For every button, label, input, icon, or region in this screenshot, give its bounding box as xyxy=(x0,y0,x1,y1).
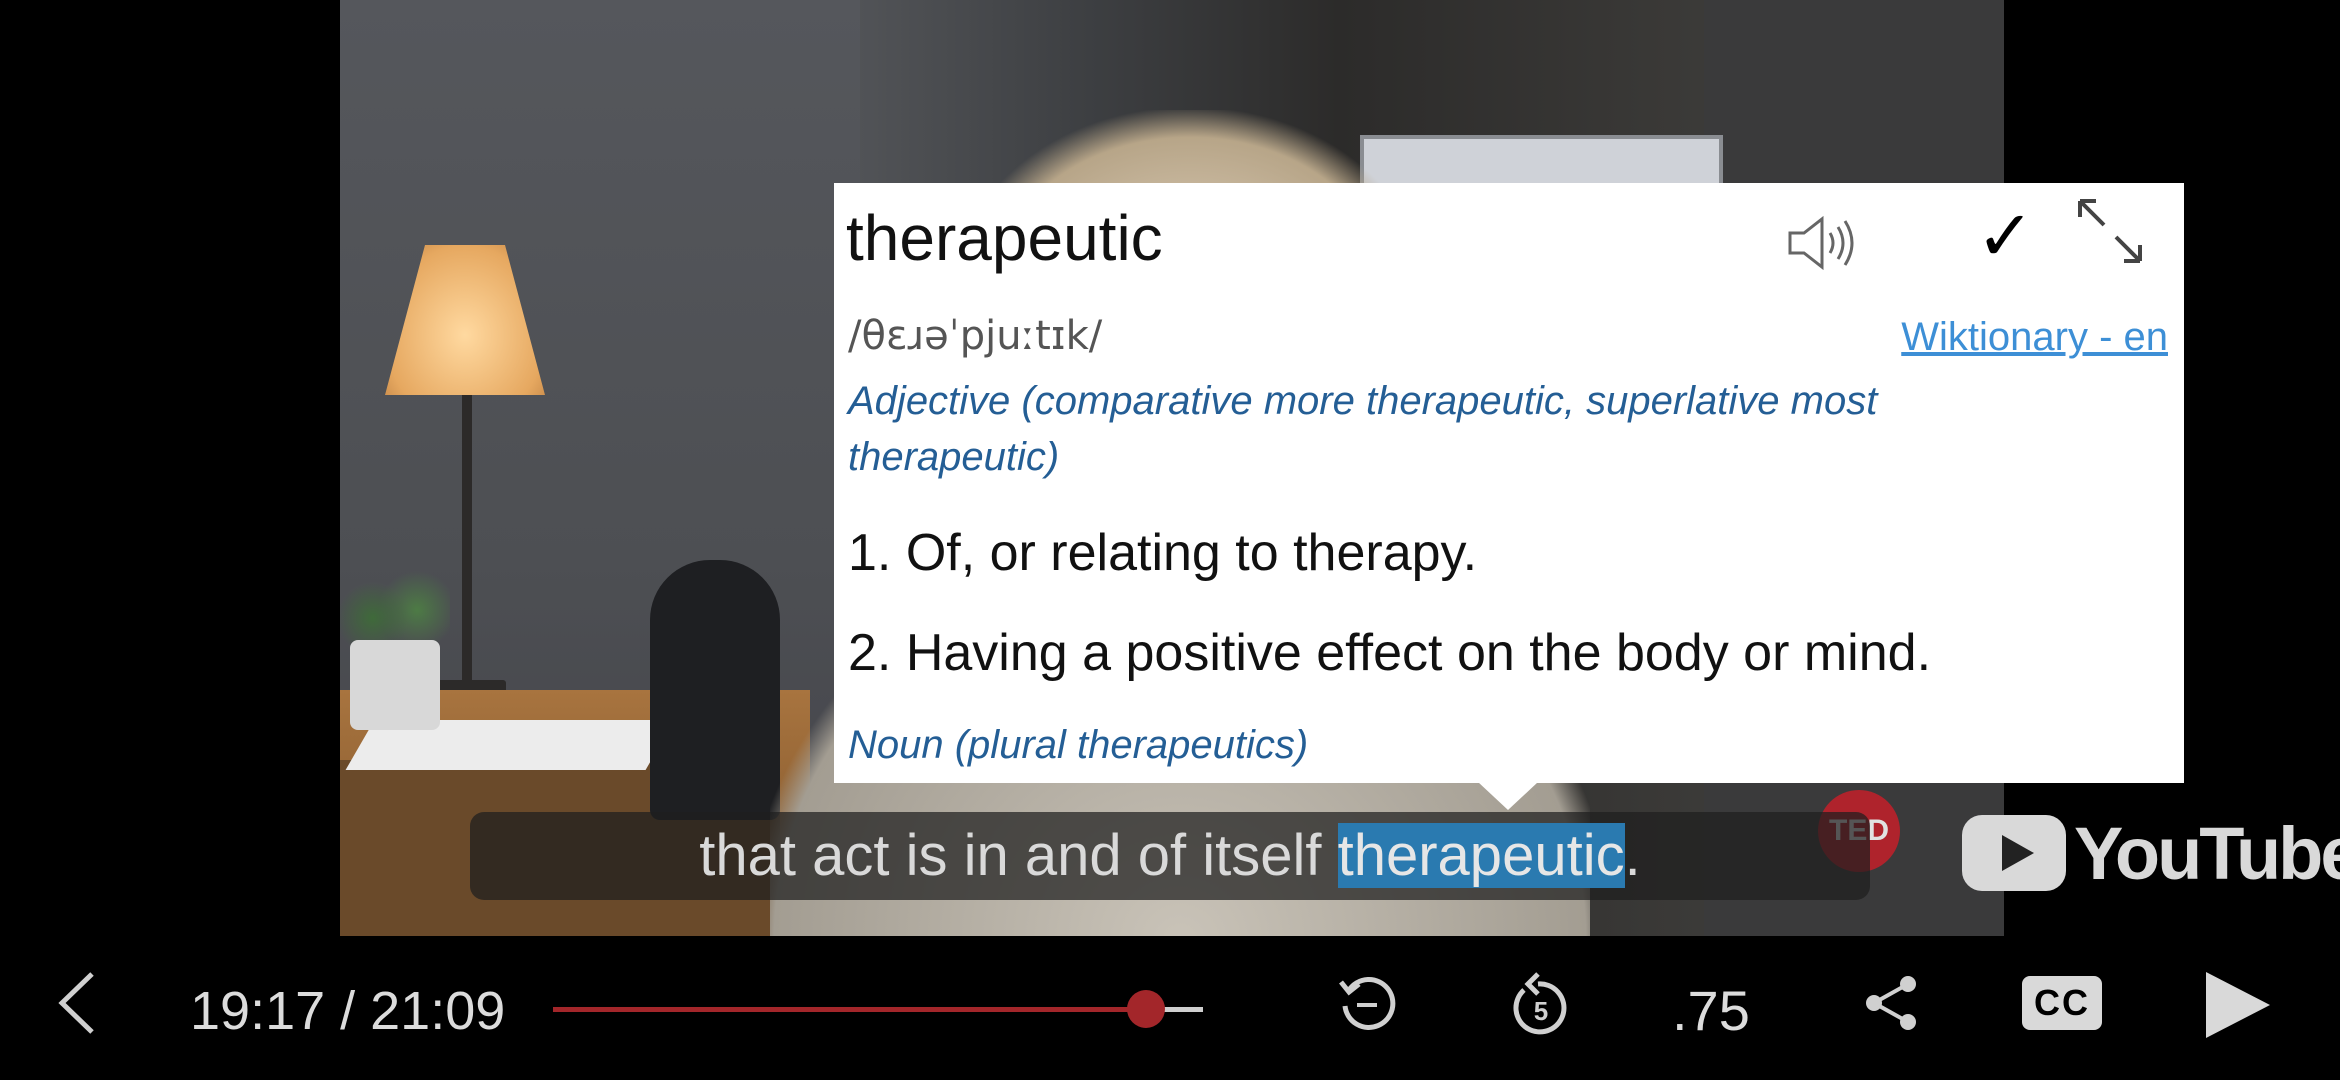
popup-definition-2: 2. Having a positive effect on the body … xyxy=(848,624,1932,682)
youtube-play-icon xyxy=(1962,815,2066,891)
popup-part-of-speech-adjective: Adjective (comparative more therapeutic,… xyxy=(848,379,1878,479)
cc-icon[interactable]: CC xyxy=(2022,976,2102,1030)
youtube-logo: YouTube xyxy=(1962,808,2340,898)
popup-pronunciation: /θɛɹəˈpjuːtɪk/ xyxy=(848,313,1103,359)
subtitle-highlighted-word[interactable]: therapeutic xyxy=(1337,823,1625,888)
share-icon[interactable] xyxy=(1860,972,1922,1034)
playback-speed[interactable]: .75 xyxy=(1672,978,1750,1043)
progress-fill xyxy=(553,1007,1146,1012)
playback-time: 19:17 / 21:09 xyxy=(190,981,506,1041)
progress-track[interactable] xyxy=(553,1007,1203,1012)
plant-pot xyxy=(350,640,440,730)
popup-word: therapeutic xyxy=(846,202,1163,274)
chair xyxy=(650,560,780,820)
youtube-wordmark: YouTube xyxy=(2074,811,2340,895)
play-icon[interactable] xyxy=(2200,968,2274,1042)
popup-source-link[interactable]: Wiktionary - en xyxy=(1901,315,2168,360)
progress-thumb[interactable] xyxy=(1126,990,1165,1028)
popup-part-of-speech-noun: Noun (plural therapeutics) xyxy=(848,723,1309,767)
replay-icon[interactable] xyxy=(1335,970,1401,1036)
subtitle-after[interactable]: . xyxy=(1625,823,1641,888)
subtitle-before[interactable]: that act is in and of itself xyxy=(699,823,1337,888)
speaker-icon[interactable] xyxy=(1782,211,1858,275)
svg-text:5: 5 xyxy=(1534,996,1548,1026)
popup-definition-1: 1. Of, or relating to therapy. xyxy=(848,524,1478,582)
plant xyxy=(340,570,450,650)
rewind-5-icon[interactable]: 5 xyxy=(1508,968,1574,1038)
subtitle-bar[interactable]: that act is in and of itself therapeutic… xyxy=(470,812,1870,900)
dictionary-popup: therapeutic ✓ /θɛɹəˈpjuːtɪk/ Wiktionary … xyxy=(834,183,2184,783)
expand-icon[interactable] xyxy=(2074,195,2146,267)
check-icon[interactable]: ✓ xyxy=(1976,201,2035,271)
subtitle-text[interactable]: that act is in and of itself therapeutic… xyxy=(470,812,1870,900)
lamp-pole xyxy=(462,395,472,695)
back-icon[interactable] xyxy=(52,968,102,1038)
popup-pointer xyxy=(1478,782,1538,810)
